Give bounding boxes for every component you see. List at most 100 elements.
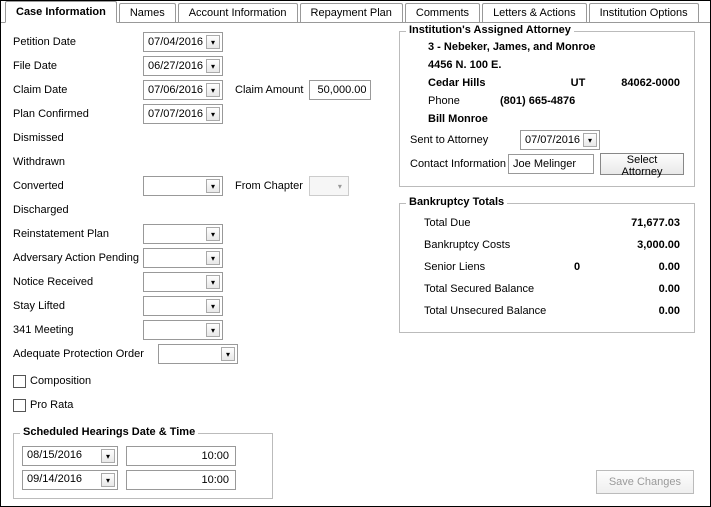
tab-repayment-plan[interactable]: Repayment Plan	[300, 3, 403, 22]
hearing-date-select-0[interactable]: 08/15/2016 ▾	[22, 446, 118, 466]
converted-label: Converted	[13, 180, 143, 192]
hearings-group-title: Scheduled Hearings Date & Time	[20, 426, 198, 438]
attorney-zip: 84062-0000	[608, 74, 684, 92]
tab-institution-options[interactable]: Institution Options	[589, 3, 699, 22]
composition-checkbox[interactable]	[13, 375, 26, 388]
total-secured-value: 0.00	[594, 283, 684, 295]
composition-label: Composition	[30, 375, 91, 387]
chevron-down-icon: ▾	[206, 323, 220, 337]
case-window: Case Information Names Account Informati…	[0, 0, 711, 507]
bankruptcy-costs-label: Bankruptcy Costs	[424, 239, 574, 251]
chevron-down-icon: ▾	[101, 473, 115, 487]
hearing-time-input-0[interactable]	[126, 446, 236, 466]
chevron-down-icon: ▾	[221, 347, 235, 361]
contact-info-label: Contact Information	[410, 158, 508, 170]
attorney-addr1: 4456 N. 100 E.	[428, 56, 684, 74]
file-date-select[interactable]: 06/27/2016 ▾	[143, 56, 223, 76]
sent-to-attorney-select[interactable]: 07/07/2016 ▾	[520, 130, 600, 150]
chevron-down-icon: ▾	[583, 133, 597, 147]
file-date-value: 06/27/2016	[148, 60, 203, 72]
total-due-value: 71,677.03	[594, 217, 684, 229]
sent-to-attorney-label: Sent to Attorney	[410, 134, 520, 146]
attorney-name: 3 - Nebeker, James, and Monroe	[428, 38, 684, 56]
total-secured-label: Total Secured Balance	[424, 283, 574, 295]
discharged-label: Discharged	[13, 204, 143, 216]
hearings-group: Scheduled Hearings Date & Time 08/15/201…	[13, 433, 273, 499]
adversary-label: Adversary Action Pending	[13, 252, 143, 264]
attorney-group: Institution's Assigned Attorney 3 - Nebe…	[399, 31, 695, 187]
right-panel: Institution's Assigned Attorney 3 - Nebe…	[399, 31, 695, 333]
reinstatement-label: Reinstatement Plan	[13, 228, 143, 240]
chevron-down-icon: ▾	[206, 59, 220, 73]
from-chapter-select[interactable]: ▾	[309, 176, 349, 196]
withdrawn-label: Withdrawn	[13, 156, 143, 168]
hearing-date-select-1[interactable]: 09/14/2016 ▾	[22, 470, 118, 490]
tab-content: Petition Date 07/04/2016 ▾ File Date 06/…	[1, 23, 710, 506]
total-unsecured-value: 0.00	[594, 305, 684, 317]
attorney-city: Cedar Hills	[428, 74, 548, 92]
save-changes-button[interactable]: Save Changes	[596, 470, 694, 494]
attorney-group-title: Institution's Assigned Attorney	[406, 24, 574, 36]
total-unsecured-label: Total Unsecured Balance	[424, 305, 574, 317]
notice-select[interactable]: ▾	[143, 272, 223, 292]
senior-liens-label: Senior Liens	[424, 261, 574, 273]
totals-group-title: Bankruptcy Totals	[406, 196, 507, 208]
tab-strip: Case Information Names Account Informati…	[1, 1, 710, 23]
total-due-label: Total Due	[424, 217, 574, 229]
chevron-down-icon: ▾	[206, 179, 220, 193]
hearing-date-value-0: 08/15/2016	[27, 449, 82, 461]
claim-date-select[interactable]: 07/06/2016 ▾	[143, 80, 223, 100]
chevron-down-icon: ▾	[206, 299, 220, 313]
claim-amount-label: Claim Amount	[235, 84, 303, 96]
select-attorney-button[interactable]: Select Attorney	[600, 153, 684, 175]
stay-label: Stay Lifted	[13, 300, 143, 312]
prorata-label: Pro Rata	[30, 399, 73, 411]
claim-date-value: 07/06/2016	[148, 84, 203, 96]
prorata-checkbox[interactable]	[13, 399, 26, 412]
contact-info-input[interactable]	[508, 154, 594, 174]
chevron-down-icon: ▾	[206, 83, 220, 97]
adequate-label: Adequate Protection Order	[13, 348, 158, 360]
meeting-select[interactable]: ▾	[143, 320, 223, 340]
reinstatement-select[interactable]: ▾	[143, 224, 223, 244]
senior-liens-count: 0	[574, 261, 594, 273]
attorney-phone: (801) 665-4876	[500, 92, 575, 110]
bankruptcy-costs-value: 3,000.00	[594, 239, 684, 251]
claim-amount-input[interactable]	[309, 80, 371, 100]
chevron-down-icon: ▾	[206, 227, 220, 241]
chevron-down-icon: ▾	[206, 251, 220, 265]
senior-liens-value: 0.00	[594, 261, 684, 273]
petition-date-label: Petition Date	[13, 36, 143, 48]
tab-comments[interactable]: Comments	[405, 3, 480, 22]
hearing-row: 09/14/2016 ▾	[22, 468, 264, 492]
plan-confirmed-label: Plan Confirmed	[13, 108, 143, 120]
chevron-down-icon: ▾	[206, 107, 220, 121]
adequate-select[interactable]: ▾	[158, 344, 238, 364]
hearing-row: 08/15/2016 ▾	[22, 444, 264, 468]
tab-account-information[interactable]: Account Information	[178, 3, 298, 22]
tab-letters-actions[interactable]: Letters & Actions	[482, 3, 587, 22]
chevron-down-icon: ▾	[101, 449, 115, 463]
attorney-contact-name: Bill Monroe	[428, 110, 684, 128]
petition-date-select[interactable]: 07/04/2016 ▾	[143, 32, 223, 52]
petition-date-value: 07/04/2016	[148, 36, 203, 48]
hearing-time-input-1[interactable]	[126, 470, 236, 490]
left-column: Petition Date 07/04/2016 ▾ File Date 06/…	[13, 31, 393, 415]
attorney-phone-label: Phone	[428, 92, 500, 110]
hearing-date-value-1: 09/14/2016	[27, 473, 82, 485]
stay-select[interactable]: ▾	[143, 296, 223, 316]
chevron-down-icon: ▾	[206, 35, 220, 49]
adversary-select[interactable]: ▾	[143, 248, 223, 268]
converted-select[interactable]: ▾	[143, 176, 223, 196]
notice-label: Notice Received	[13, 276, 143, 288]
tab-case-information[interactable]: Case Information	[5, 1, 117, 23]
attorney-state: UT	[548, 74, 608, 92]
plan-confirmed-value: 07/07/2016	[148, 108, 203, 120]
meeting-label: 341 Meeting	[13, 324, 143, 336]
from-chapter-label: From Chapter	[235, 180, 303, 192]
sent-to-attorney-value: 07/07/2016	[525, 134, 580, 146]
plan-confirmed-select[interactable]: 07/07/2016 ▾	[143, 104, 223, 124]
tab-names[interactable]: Names	[119, 3, 176, 22]
file-date-label: File Date	[13, 60, 143, 72]
dismissed-label: Dismissed	[13, 132, 143, 144]
